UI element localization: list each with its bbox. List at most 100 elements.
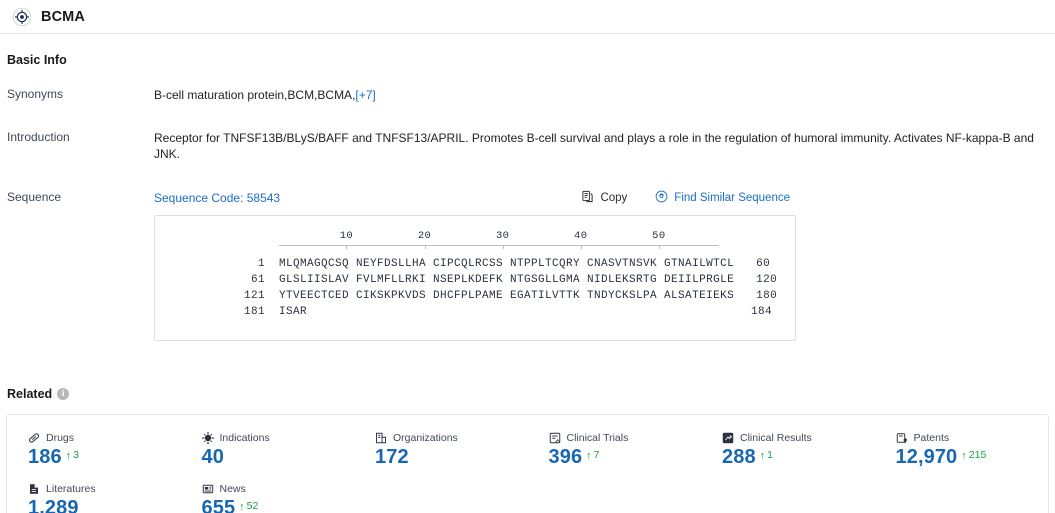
stat-value[interactable]: 1,289 [28,497,79,513]
ruler-tick [502,244,504,249]
introduction-label: Introduction [7,130,70,145]
ruler-label: 50 [652,229,666,242]
stat-header: Organizations [375,431,528,445]
stat-body: 172↑ [375,446,528,469]
sequence-lines: 1 MLQMAGQCSQ NEYFDSLLHA CIPCQLRCSS NTPPLT… [155,258,795,318]
stat-header: Patents [896,431,1049,445]
stat-label: Clinical Results [740,431,812,444]
basic-info-heading: Basic Info [7,53,67,67]
sequence-line: 61 GLSLIISLAV FVLMFLLRKI NSEPLKDEFK NTGSG… [155,274,795,286]
stat-delta: ↑ 7 [586,449,599,466]
info-icon[interactable]: i [57,387,70,400]
sequence-start-index: 181 [243,305,265,318]
stat-header: Clinical Trials [549,431,702,445]
sequence-code-link[interactable]: Sequence Code: 58543 [154,190,280,206]
stat-card-literatures[interactable]: Literatures 1,289↑ [7,482,181,513]
stat-delta-value: 3 [73,448,80,461]
sequence-end-index: 180 [756,289,778,302]
arrow-up-icon: ↑ [586,449,592,462]
stat-body: 655 ↑ 52 [202,497,355,513]
clinical-result-icon [722,432,734,444]
related-heading: Related i [6,387,1049,401]
sequence-residues: MLQMAGQCSQ NEYFDSLLHA CIPCQLRCSS NTPPLTC… [279,257,735,270]
stat-value[interactable]: 186 [28,446,62,469]
related-section: Related i Drugs186↑3Indications40↑Organi… [6,387,1049,513]
stat-card-patents[interactable]: Patents 12,970 ↑ 215 [875,431,1049,469]
sequence-residues: YTVEECTCED CIKSKPKVDS DHCFPLPAME EGATILV… [279,289,735,302]
sequence-header: Sequence Code: 58543 Copy Find Similar S… [154,190,1049,206]
sequence-line: 121 YTVEECTCED CIKSKPKVDS DHCFPLPAME EGAT… [155,290,795,302]
synonyms-row: Synonyms B-cell maturation protein,BCM,B… [6,87,1049,103]
sequence-end-index: 120 [756,273,778,286]
stat-card-clinical-results[interactable]: Clinical Results 288 ↑ 1 [701,431,875,469]
stat-value[interactable]: 288 [722,446,756,469]
stat-card-organizations[interactable]: Organizations 172↑ [354,431,528,469]
stat-delta: ↑ 52 [239,500,258,513]
sequence-start-index: 1 [257,257,265,270]
stat-label: Patents [913,431,950,444]
sequence-ruler: 10 20 30 40 50 [279,230,719,254]
stat-header: News [202,482,355,496]
stat-label: News [219,482,246,495]
stat-body: 40↑ [202,446,355,469]
stat-header: Literatures [28,482,181,496]
ruler-tick [346,244,348,249]
stat-delta-value: 7 [593,448,600,461]
sequence-ruler-line [279,244,719,246]
stat-value[interactable]: 655 [202,497,236,513]
arrow-up-icon: ↑ [961,449,967,462]
sequence-line: 181 ISAR 184 [155,306,795,318]
stat-card-clinical-trials[interactable]: Clinical Trials 396 ↑ 7 [528,431,702,469]
stat-body: 288 ↑ 1 [722,446,875,469]
introduction-value: Receptor for TNFSF13B/BLyS/BAFF and TNFS… [154,131,1034,162]
stat-value[interactable]: 40 [202,446,224,469]
sequence-ruler-labels: 10 20 30 40 50 [279,230,719,243]
sequence-line: 1 MLQMAGQCSQ NEYFDSLLHA CIPCQLRCSS NTPPLT… [155,258,795,270]
copy-button[interactable]: Copy [581,190,627,206]
stat-delta-value: 215 [968,448,987,461]
synonyms-text: B-cell maturation protein,BCM,BCMA, [154,88,356,102]
copy-icon [581,190,594,206]
sequence-label: Sequence [7,189,62,204]
arrow-up-icon: ↑ [759,449,766,462]
stat-header: Drugs [28,431,181,445]
related-stats-grid: Drugs186↑3Indications40↑Organizations172… [7,431,1048,513]
virus-icon [201,431,214,444]
stat-value[interactable]: 172 [375,446,409,469]
target-icon [12,7,32,27]
news-icon [202,483,214,495]
find-similar-label: Find Similar Sequence [674,191,790,204]
find-similar-icon [655,190,668,206]
stat-label: Organizations [393,431,458,444]
arrow-up-icon: ↑ [65,449,72,462]
ruler-tick [424,244,426,249]
stat-header: Clinical Results [722,431,875,445]
sequence-panel: 10 20 30 40 50 1 MLQMAGQCSQ NEYFDSLLHA CIPCQL… [154,214,796,341]
synonyms-more-link[interactable]: [+7] [355,88,375,102]
sequence-end-index: 184 [751,305,773,318]
stat-card-indications[interactable]: Indications 40↑ [181,431,355,469]
literature-icon [28,483,40,495]
stat-body: 186 ↑ 3 [28,446,181,469]
ruler-label: 40 [574,229,588,242]
stat-delta: ↑ 215 [961,449,986,466]
stat-body: 1,289↑ [28,497,181,513]
ruler-label: 20 [417,229,432,242]
stat-label: Literatures [46,482,96,495]
ruler-label: 10 [339,229,354,242]
related-title: Related [7,386,53,401]
sequence-start-index: 61 [250,273,265,286]
stat-label: Drugs [46,431,75,444]
stat-delta-value: 52 [246,499,259,512]
stat-value[interactable]: 396 [549,446,583,469]
sequence-residues: GLSLIISLAV FVLMFLLRKI NSEPLKDEFK NTGSGLL… [279,273,735,286]
sequence-row: Sequence Sequence Code: 58543 Copy Find … [6,190,1049,206]
introduction-row: Introduction Receptor for TNFSF13B/BLyS/… [6,130,1049,162]
stat-card-news[interactable]: News 655 ↑ 52 [181,482,355,513]
ruler-tick [658,244,660,249]
find-similar-sequence-button[interactable]: Find Similar Sequence [655,190,790,206]
stat-value[interactable]: 12,970 [896,446,958,469]
stat-card-drugs[interactable]: Drugs 186 ↑ 3 [7,431,181,469]
ruler-tick [580,244,582,249]
page-content: Basic Info Synonyms B-cell maturation pr… [0,53,1055,513]
